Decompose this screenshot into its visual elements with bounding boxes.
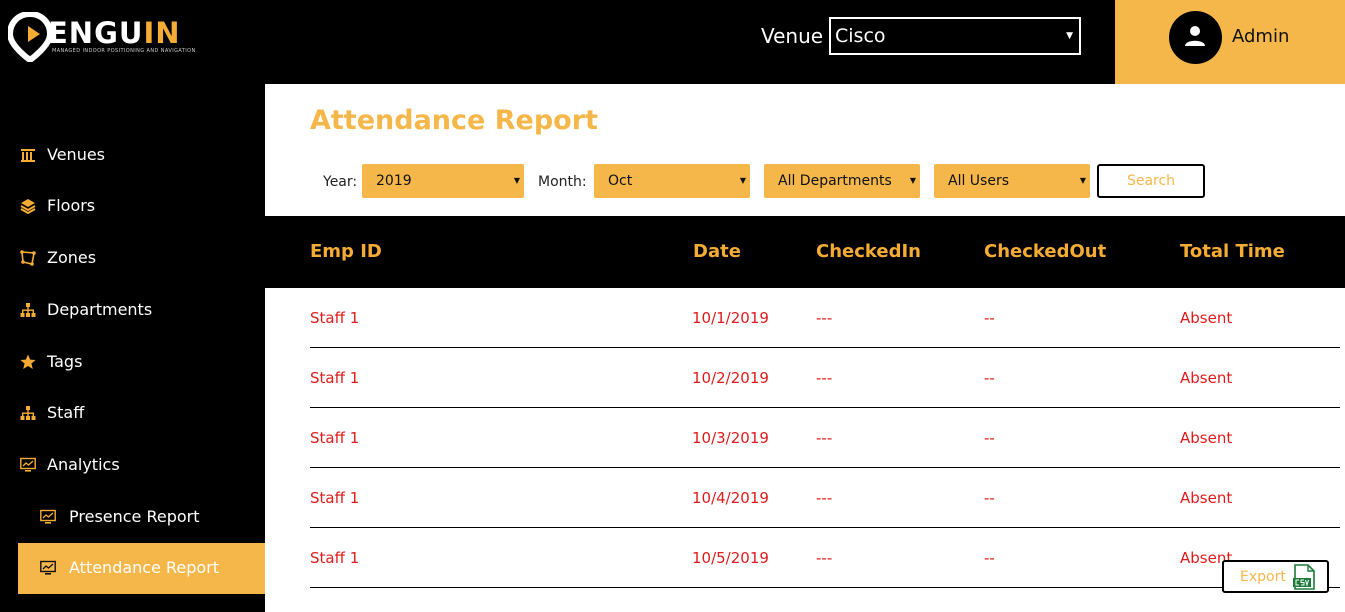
cell-checked-in: --- bbox=[816, 429, 833, 447]
user-menu[interactable]: Admin bbox=[1115, 0, 1345, 84]
department-select-value: All Departments bbox=[778, 173, 892, 189]
logo[interactable]: ENGUIN MANAGED INDOOR POSITIONING AND NA… bbox=[8, 12, 208, 62]
cell-checked-out: -- bbox=[984, 489, 995, 507]
sidebar-item-label: Analytics bbox=[47, 455, 120, 474]
star-icon bbox=[20, 354, 36, 369]
table-row: Staff 1 10/3/2019 --- -- Absent bbox=[310, 408, 1340, 468]
sidebar-item-analytics[interactable]: Analytics bbox=[0, 445, 265, 485]
org-chart-icon bbox=[20, 303, 36, 317]
sidebar-item-label: Presence Report bbox=[69, 507, 200, 526]
year-label: Year: bbox=[323, 174, 358, 190]
user-name: Admin bbox=[1232, 26, 1290, 47]
table-header: Emp ID Date CheckedIn CheckedOut Total T… bbox=[265, 216, 1345, 288]
sidebar-item-attendance-report[interactable]: Attendance Report bbox=[18, 543, 265, 594]
cell-checked-out: -- bbox=[984, 429, 995, 447]
table-row: Staff 1 10/5/2019 --- -- Absent bbox=[310, 528, 1340, 588]
cell-checked-out: -- bbox=[984, 369, 995, 387]
column-header-emp-id[interactable]: Emp ID bbox=[310, 240, 382, 264]
caret-down-icon: ▼ bbox=[739, 176, 746, 185]
sidebar-item-label: Attendance Report bbox=[69, 558, 220, 577]
month-label: Month: bbox=[538, 174, 587, 190]
cell-total-time: Absent bbox=[1180, 489, 1233, 507]
cell-emp-id: Staff 1 bbox=[310, 489, 360, 507]
month-select-value: Oct bbox=[608, 173, 633, 189]
cell-date: 10/1/2019 bbox=[692, 309, 769, 327]
cell-emp-id: Staff 1 bbox=[310, 309, 360, 327]
venue-select-value: Cisco bbox=[835, 25, 886, 47]
page-title: Attendance Report bbox=[310, 105, 598, 136]
cell-date: 10/4/2019 bbox=[692, 489, 769, 507]
cell-total-time: Absent bbox=[1180, 309, 1233, 327]
column-header-checked-out[interactable]: CheckedOut bbox=[984, 240, 1106, 264]
cell-checked-in: --- bbox=[816, 549, 833, 567]
venue-label: Venue bbox=[761, 24, 824, 48]
sidebar-item-presence-report[interactable]: Presence Report bbox=[0, 497, 265, 537]
location-pin-icon bbox=[8, 12, 52, 62]
org-chart-icon bbox=[20, 406, 36, 420]
layers-icon bbox=[20, 199, 36, 214]
sidebar-item-departments[interactable]: Departments bbox=[0, 290, 265, 330]
cell-checked-in: --- bbox=[816, 369, 833, 387]
sidebar-item-venues[interactable]: Venues bbox=[0, 135, 265, 175]
sidebar-item-label: Departments bbox=[47, 300, 153, 319]
caret-down-icon: ▼ bbox=[513, 176, 520, 185]
user-icon bbox=[1185, 26, 1205, 46]
sidebar-item-label: Staff bbox=[47, 403, 85, 422]
cell-checked-out: -- bbox=[984, 309, 995, 327]
sidebar-item-staff[interactable]: Staff bbox=[0, 393, 265, 433]
cell-total-time: Absent bbox=[1180, 429, 1233, 447]
sidebar-item-label: Floors bbox=[47, 196, 96, 215]
caret-down-icon: ▼ bbox=[1066, 31, 1073, 41]
export-button[interactable]: Export bbox=[1222, 560, 1329, 593]
caret-down-icon: ▼ bbox=[909, 176, 916, 185]
venue-select[interactable]: Cisco ▼ bbox=[829, 17, 1081, 55]
sidebar-item-label: Tags bbox=[47, 352, 83, 371]
sidebar-item-tags[interactable]: Tags bbox=[0, 342, 265, 382]
cell-emp-id: Staff 1 bbox=[310, 429, 360, 447]
cell-emp-id: Staff 1 bbox=[310, 369, 360, 387]
user-select-value: All Users bbox=[948, 173, 1010, 189]
main-content: Attendance Report Year: 2019 ▼ Month: Oc… bbox=[265, 84, 1345, 612]
cell-date: 10/5/2019 bbox=[692, 549, 769, 567]
column-header-date[interactable]: Date bbox=[693, 240, 741, 264]
cell-total-time: Absent bbox=[1180, 369, 1233, 387]
cell-checked-out: -- bbox=[984, 549, 995, 567]
table-row: Staff 1 10/1/2019 --- -- Absent bbox=[310, 288, 1340, 348]
logo-tagline: MANAGED INDOOR POSITIONING AND NAVIGATIO… bbox=[52, 48, 196, 54]
column-header-checked-in[interactable]: CheckedIn bbox=[816, 240, 921, 264]
caret-down-icon: ▼ bbox=[1079, 176, 1086, 185]
sidebar-item-label: Zones bbox=[47, 248, 97, 267]
export-label: Export bbox=[1240, 569, 1286, 585]
month-select[interactable]: Oct ▼ bbox=[594, 164, 750, 198]
building-icon bbox=[21, 149, 35, 162]
monitor-chart-icon bbox=[40, 560, 56, 575]
avatar bbox=[1169, 11, 1222, 64]
cell-checked-in: --- bbox=[816, 489, 833, 507]
logo-wordmark: ENGUIN bbox=[48, 16, 181, 50]
monitor-chart-icon bbox=[20, 457, 36, 472]
sidebar-item-floors[interactable]: Floors bbox=[0, 186, 265, 226]
polygon-icon bbox=[20, 250, 36, 266]
user-select[interactable]: All Users ▼ bbox=[934, 164, 1090, 198]
department-select[interactable]: All Departments ▼ bbox=[764, 164, 920, 198]
table-row: Staff 1 10/2/2019 --- -- Absent bbox=[310, 348, 1340, 408]
cell-checked-in: --- bbox=[816, 309, 833, 327]
cell-date: 10/3/2019 bbox=[692, 429, 769, 447]
column-header-total-time[interactable]: Total Time bbox=[1180, 240, 1285, 264]
year-select[interactable]: 2019 ▼ bbox=[362, 164, 524, 198]
sidebar-item-label: Venues bbox=[47, 145, 106, 164]
cell-date: 10/2/2019 bbox=[692, 369, 769, 387]
table-row: Staff 1 10/4/2019 --- -- Absent bbox=[310, 468, 1340, 528]
cell-emp-id: Staff 1 bbox=[310, 549, 360, 567]
monitor-chart-icon bbox=[40, 509, 56, 524]
csv-file-icon bbox=[1293, 564, 1315, 590]
sidebar: Venues Floors Zones Departments Tags Sta… bbox=[0, 84, 265, 612]
search-button[interactable]: Search bbox=[1097, 164, 1205, 198]
sidebar-item-zones[interactable]: Zones bbox=[0, 238, 265, 278]
top-bar: ENGUIN MANAGED INDOOR POSITIONING AND NA… bbox=[0, 0, 1345, 84]
year-select-value: 2019 bbox=[376, 173, 412, 189]
